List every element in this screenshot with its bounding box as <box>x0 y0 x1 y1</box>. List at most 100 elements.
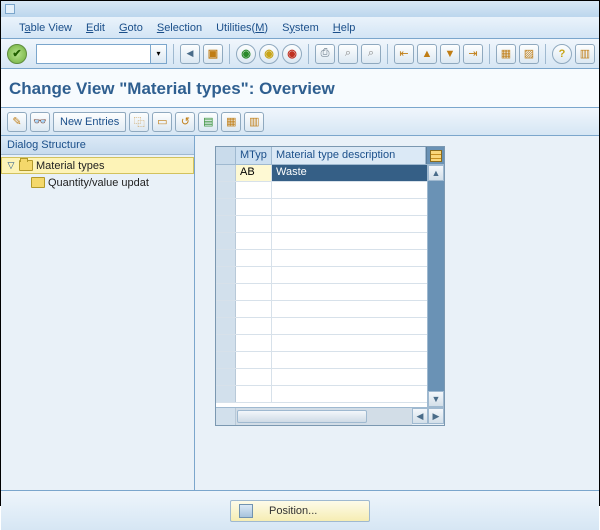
command-field[interactable] <box>36 44 151 64</box>
select-all-rows-header[interactable] <box>216 147 236 164</box>
select-block-button[interactable]: ▦ <box>221 112 241 132</box>
cell-mtyp[interactable]: AB <box>236 165 272 181</box>
row-selector[interactable] <box>216 233 236 249</box>
table-row[interactable] <box>216 267 427 284</box>
last-page-button[interactable]: ⇥ <box>463 44 483 64</box>
back-button[interactable]: ◉ <box>236 44 256 64</box>
cell-description[interactable] <box>272 284 427 300</box>
row-selector[interactable] <box>216 318 236 334</box>
table-row[interactable] <box>216 301 427 318</box>
cell-description[interactable] <box>272 199 427 215</box>
table-row[interactable] <box>216 386 427 403</box>
menu-edit[interactable]: Edit <box>86 22 105 34</box>
cell-mtyp[interactable] <box>236 250 272 266</box>
row-selector[interactable] <box>216 335 236 351</box>
cell-description[interactable] <box>272 250 427 266</box>
cell-description[interactable]: Waste <box>272 165 427 181</box>
cell-description[interactable] <box>272 352 427 368</box>
cell-mtyp[interactable] <box>236 182 272 198</box>
column-mtyp[interactable]: MTyp <box>236 147 272 164</box>
hscroll-right-button[interactable]: ▶ <box>428 408 444 424</box>
cell-mtyp[interactable] <box>236 199 272 215</box>
row-selector[interactable] <box>216 267 236 283</box>
cell-description[interactable] <box>272 318 427 334</box>
table-row[interactable] <box>216 182 427 199</box>
hscroll-left-button[interactable]: ◀ <box>412 408 428 424</box>
delete-button[interactable]: ▭ <box>152 112 172 132</box>
table-row[interactable] <box>216 216 427 233</box>
table-row[interactable] <box>216 318 427 335</box>
system-menu-icon[interactable] <box>5 4 15 14</box>
row-selector[interactable] <box>216 182 236 198</box>
cell-mtyp[interactable] <box>236 352 272 368</box>
table-row[interactable] <box>216 335 427 352</box>
row-selector[interactable] <box>216 352 236 368</box>
menu-selection[interactable]: Selection <box>157 22 202 34</box>
cell-mtyp[interactable] <box>236 318 272 334</box>
table-row[interactable] <box>216 352 427 369</box>
row-selector[interactable] <box>216 284 236 300</box>
scroll-track[interactable] <box>428 181 444 391</box>
configure-columns-button[interactable] <box>426 147 444 164</box>
row-selector[interactable] <box>216 386 236 402</box>
cell-mtyp[interactable] <box>236 267 272 283</box>
change-button[interactable]: ✎ <box>7 112 27 132</box>
table-row[interactable] <box>216 250 427 267</box>
cell-mtyp[interactable] <box>236 369 272 385</box>
cancel-button[interactable]: ◉ <box>282 44 302 64</box>
cell-mtyp[interactable] <box>236 284 272 300</box>
find-button[interactable]: ⌕ <box>338 44 358 64</box>
find-next-button[interactable]: ⌕ <box>361 44 381 64</box>
tree-node-material-types[interactable]: ▽ Material types <box>1 157 194 174</box>
cell-mtyp[interactable] <box>236 386 272 402</box>
undo-button[interactable]: ↺ <box>175 112 195 132</box>
layout-menu-button[interactable]: ▥ <box>575 44 595 64</box>
prev-page-button[interactable]: ▲ <box>417 44 437 64</box>
row-selector[interactable] <box>216 250 236 266</box>
table-row[interactable] <box>216 233 427 250</box>
cell-mtyp[interactable] <box>236 335 272 351</box>
tree-node-quantity-value[interactable]: Quantity/value updat <box>1 174 194 191</box>
select-all-button[interactable]: ▤ <box>198 112 218 132</box>
cell-description[interactable] <box>272 335 427 351</box>
print-button[interactable]: ⎙ <box>315 44 335 64</box>
hscroll-thumb[interactable] <box>237 410 367 423</box>
menu-system[interactable]: System <box>282 22 319 34</box>
enter-button[interactable]: ✔ <box>7 44 27 64</box>
tree-expand-icon[interactable]: ▽ <box>6 160 16 171</box>
cell-description[interactable] <box>272 386 427 402</box>
first-page-button[interactable]: ⇤ <box>394 44 414 64</box>
menu-table-view[interactable]: Table View <box>19 22 72 34</box>
row-selector[interactable] <box>216 216 236 232</box>
table-row[interactable] <box>216 369 427 386</box>
scroll-up-button[interactable]: ▲ <box>428 165 444 181</box>
cell-mtyp[interactable] <box>236 301 272 317</box>
toolbar-expand-button[interactable]: ◀ <box>180 44 200 64</box>
cell-description[interactable] <box>272 216 427 232</box>
next-page-button[interactable]: ▼ <box>440 44 460 64</box>
table-row[interactable] <box>216 284 427 301</box>
cell-description[interactable] <box>272 182 427 198</box>
command-history-dropdown[interactable]: ▾ <box>151 44 167 64</box>
row-selector[interactable] <box>216 199 236 215</box>
cell-description[interactable] <box>272 369 427 385</box>
position-button[interactable]: Position... <box>230 500 370 522</box>
new-session-button[interactable]: ▦ <box>496 44 516 64</box>
cell-mtyp[interactable] <box>236 233 272 249</box>
cell-mtyp[interactable] <box>236 216 272 232</box>
row-selector[interactable] <box>216 301 236 317</box>
vertical-scrollbar[interactable]: ▲ ▼ <box>427 165 444 407</box>
table-row[interactable] <box>216 199 427 216</box>
scroll-down-button[interactable]: ▼ <box>428 391 444 407</box>
menu-help[interactable]: Help <box>333 22 356 34</box>
exit-button[interactable]: ◉ <box>259 44 279 64</box>
menu-goto[interactable]: Goto <box>119 22 143 34</box>
new-entries-button[interactable]: New Entries <box>53 112 126 132</box>
menu-utilities[interactable]: Utilities(M) <box>216 22 268 34</box>
row-selector[interactable] <box>216 369 236 385</box>
save-button[interactable]: ▣ <box>203 44 223 64</box>
help-button[interactable]: ? <box>552 44 572 64</box>
display-button[interactable]: 👓 <box>30 112 50 132</box>
copy-as-button[interactable]: ⿻ <box>129 112 149 132</box>
column-description[interactable]: Material type description <box>272 147 426 164</box>
